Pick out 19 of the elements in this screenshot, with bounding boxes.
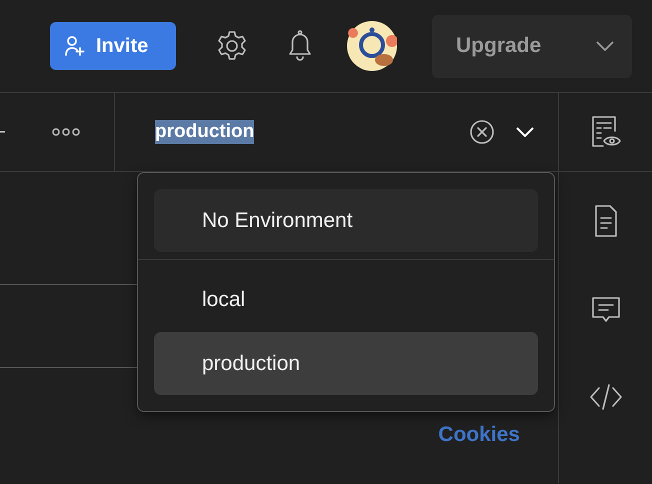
environment-select[interactable]: production bbox=[115, 93, 559, 171]
cookies-link[interactable]: Cookies bbox=[438, 423, 520, 447]
minus-icon[interactable] bbox=[0, 131, 5, 133]
document-icon[interactable] bbox=[592, 204, 618, 238]
avatar[interactable] bbox=[347, 21, 397, 71]
menu-item[interactable]: production bbox=[154, 332, 538, 395]
more-icon[interactable] bbox=[52, 128, 80, 136]
menu-item[interactable]: No Environment bbox=[154, 189, 538, 252]
menu-item[interactable]: local bbox=[154, 268, 538, 331]
document-preview-icon[interactable] bbox=[590, 115, 622, 149]
chevron-down-icon[interactable] bbox=[516, 127, 534, 137]
clear-icon[interactable] bbox=[470, 120, 494, 144]
comment-icon[interactable] bbox=[590, 295, 620, 325]
chevron-down-icon bbox=[596, 41, 614, 51]
code-icon[interactable] bbox=[588, 382, 622, 412]
notifications-icon[interactable] bbox=[286, 29, 314, 63]
invite-button[interactable]: Invite bbox=[50, 22, 176, 70]
add-user-icon bbox=[64, 35, 86, 57]
upgrade-button[interactable]: Upgrade bbox=[432, 14, 632, 78]
